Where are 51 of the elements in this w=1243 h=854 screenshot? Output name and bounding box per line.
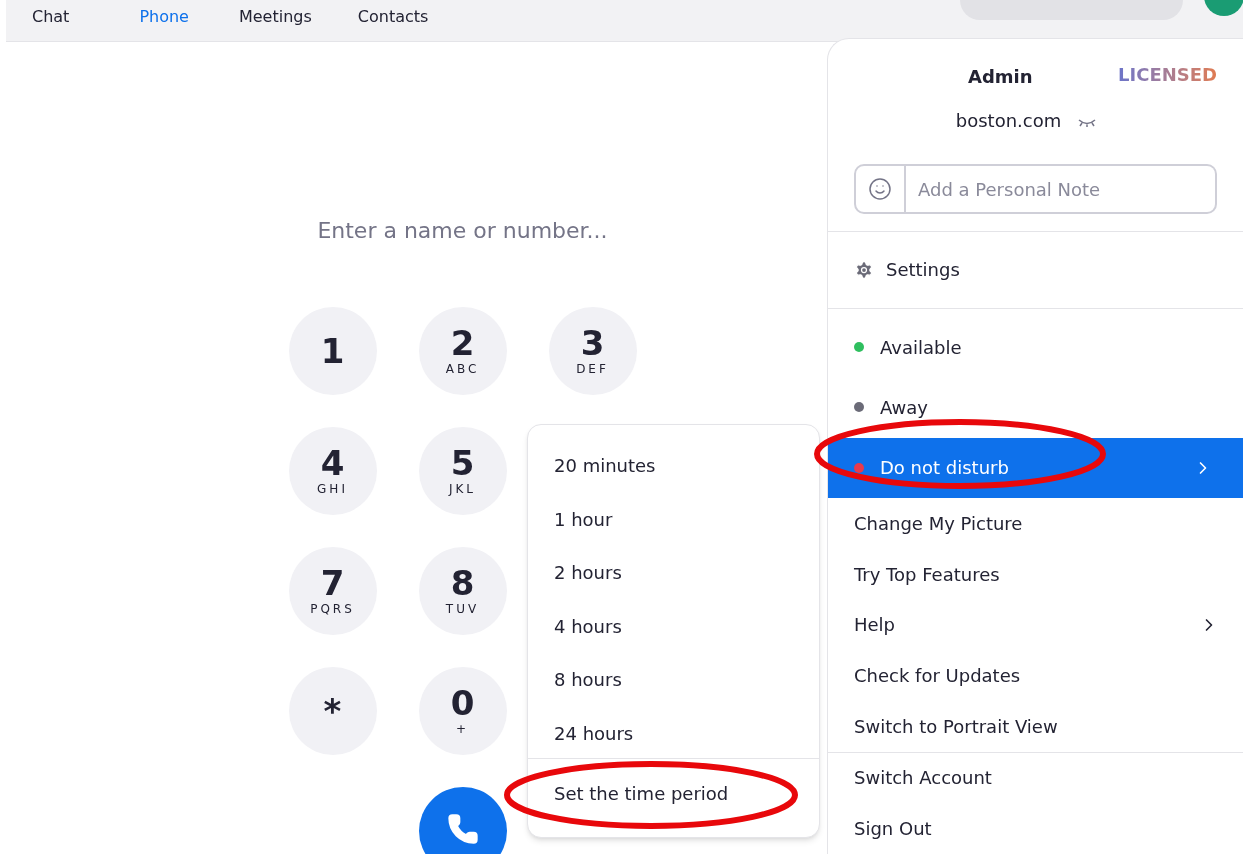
menu-label: Help xyxy=(854,613,897,638)
duration-option[interactable]: 4 hours xyxy=(528,599,819,653)
duration-option[interactable]: 8 hours xyxy=(528,653,819,707)
duration-option[interactable]: 20 minutes xyxy=(528,439,819,493)
dial-key[interactable]: 5 JKL xyxy=(418,427,507,515)
menu-item[interactable]: Switch to Portrait View xyxy=(828,700,1243,752)
nav-tab[interactable]: Contacts xyxy=(357,5,429,29)
nav-tab[interactable]: Chat xyxy=(32,5,70,29)
dial-key[interactable]: 7 PQRS xyxy=(288,547,377,635)
menu-item[interactable]: Change My Picture xyxy=(828,498,1243,549)
menu-label: Try Top Features xyxy=(854,562,1001,587)
duration-option[interactable]: 2 hours xyxy=(528,546,819,600)
menu-item[interactable]: Sign Out xyxy=(828,803,1243,854)
nav-tab[interactable]: Phone xyxy=(139,5,189,29)
eye-closed-icon[interactable] xyxy=(1077,117,1098,128)
dial-key[interactable]: 2 ABC xyxy=(418,307,507,395)
menu-item[interactable]: Check for Updates xyxy=(828,650,1243,701)
nav-tab[interactable]: Meetings xyxy=(238,5,312,29)
dial-key[interactable]: 0 + xyxy=(418,667,507,755)
status-label: Available xyxy=(880,335,963,360)
emoji-button[interactable] xyxy=(854,164,906,214)
dial-key[interactable]: 8 TUV xyxy=(418,547,507,635)
dial-key[interactable]: * xyxy=(288,667,377,755)
menu-label: Switch to Portrait View xyxy=(854,714,1059,739)
menu-item[interactable]: Settings xyxy=(828,231,1243,308)
duration-option[interactable]: 24 hours xyxy=(528,706,819,760)
smiley-icon xyxy=(868,177,892,202)
menu-label: Change My Picture xyxy=(854,511,1024,536)
menu-item[interactable]: Switch Account xyxy=(828,752,1243,804)
status-item[interactable]: Away xyxy=(828,377,1243,438)
user-domain: boston.com xyxy=(955,109,1062,134)
dial-key[interactable]: 1 xyxy=(288,307,377,395)
menu-label: Switch Account xyxy=(854,766,992,791)
status-item[interactable]: Do not disturb xyxy=(828,437,1243,499)
status-label: Do not disturb xyxy=(880,456,1010,481)
settings-icon xyxy=(854,260,874,280)
dial-key[interactable]: 4 GHI xyxy=(288,427,377,515)
user-name: Admin xyxy=(968,65,1033,89)
status-item[interactable]: Available xyxy=(828,316,1243,378)
menu-label: Check for Updates xyxy=(854,664,1022,689)
status-label: Away xyxy=(880,395,929,420)
dial-input-field[interactable]: Enter a name or number... xyxy=(317,214,608,247)
menu-label: Sign Out xyxy=(854,817,932,842)
dial-key[interactable]: 3 DEF xyxy=(548,307,637,395)
personal-note-field[interactable]: Add a Personal Note xyxy=(906,164,1217,214)
duration-option[interactable]: Set the time period xyxy=(528,759,819,827)
menu-item[interactable]: Try Top Features xyxy=(828,548,1243,600)
duration-option[interactable]: 1 hour xyxy=(528,492,819,546)
menu-label: Settings xyxy=(886,258,960,283)
phone-icon xyxy=(446,813,479,845)
menu-item[interactable]: Help xyxy=(828,599,1243,651)
